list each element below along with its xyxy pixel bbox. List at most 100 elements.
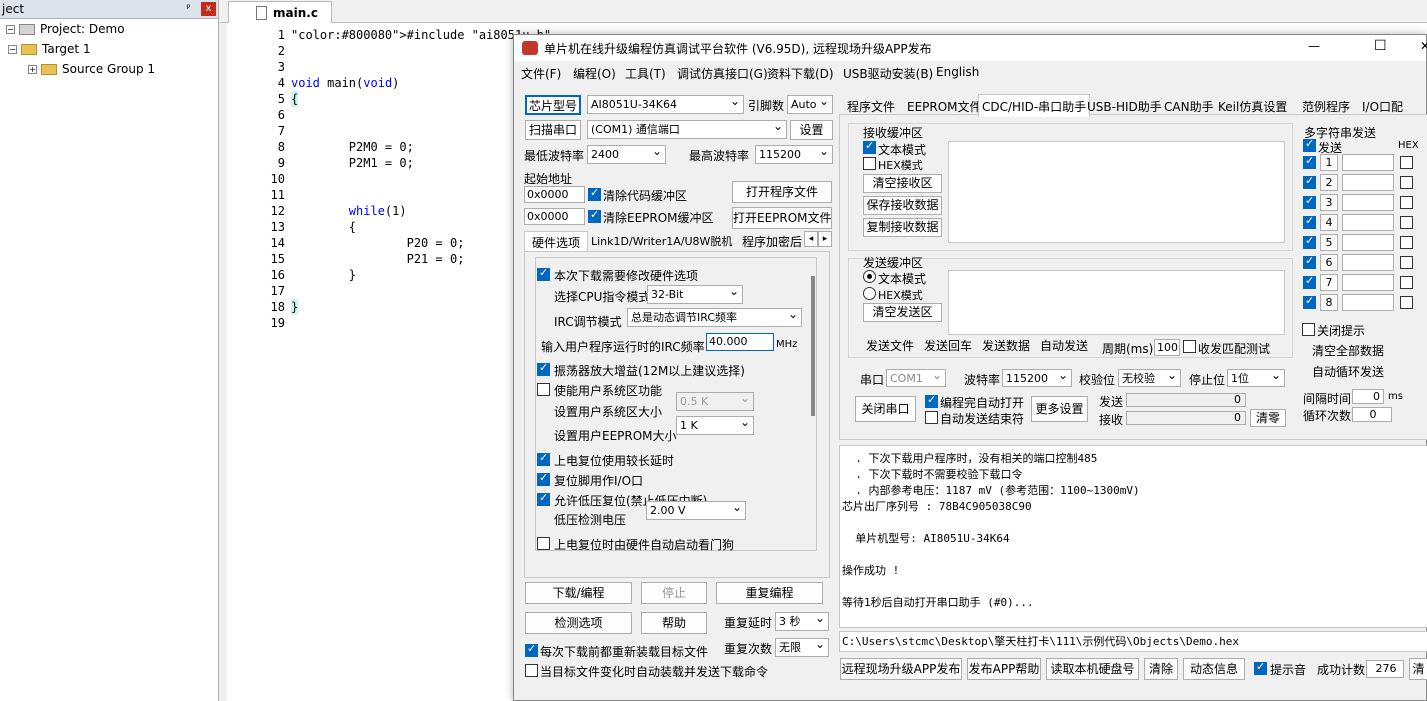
clear-all-data-button[interactable]: 清空全部数据 (1303, 343, 1393, 362)
open-program-button[interactable]: 打开程序文件 (732, 181, 832, 203)
multi-row-checkbox[interactable] (1303, 254, 1316, 269)
repeat-delay-select[interactable]: 3 秒 (775, 612, 829, 631)
tree-item-project[interactable]: − Project: Demo (6, 22, 125, 36)
freq-input[interactable]: 40.000 (706, 333, 774, 351)
multi-row-button[interactable]: 4 (1320, 214, 1338, 231)
min-baud-select[interactable]: 2400 (587, 145, 666, 164)
recv-hex-mode-checkbox[interactable] (863, 157, 876, 170)
eeprom-address-input[interactable]: 0x0000 (524, 208, 585, 225)
send-textarea[interactable] (948, 270, 1285, 335)
multi-row-input[interactable] (1342, 294, 1394, 311)
send-hex-mode-radio[interactable] (863, 287, 876, 300)
multi-row-hex-checkbox[interactable] (1400, 236, 1413, 249)
multi-row-button[interactable]: 7 (1320, 274, 1338, 291)
multi-row-checkbox[interactable] (1303, 214, 1316, 229)
multi-row-checkbox[interactable] (1303, 154, 1316, 169)
eeprom-select[interactable]: 1 K (676, 416, 754, 435)
menu-item[interactable]: USB驱动安装(B) (843, 65, 933, 82)
tab-3[interactable]: CDC/HID-串口助手 (978, 94, 1091, 117)
download-button[interactable]: 下载/编程 (525, 582, 632, 604)
multi-row-input[interactable] (1342, 234, 1394, 251)
rst-checkbox[interactable] (537, 471, 550, 486)
menu-item[interactable]: 调试仿真接口(G) (677, 65, 768, 82)
multi-row-button[interactable]: 2 (1320, 174, 1338, 191)
max-baud-select[interactable]: 115200 (755, 145, 833, 164)
reload-checkbox[interactable] (525, 642, 538, 657)
code-line[interactable]: P2M0 = 0; (291, 139, 414, 155)
code-line[interactable]: } (291, 267, 356, 283)
recv-text-mode-checkbox[interactable] (863, 139, 876, 154)
period-input[interactable]: 100 (1154, 339, 1180, 356)
multi-row-input[interactable] (1342, 174, 1394, 191)
dynamic-info-button[interactable]: 动态信息 (1183, 658, 1245, 680)
port-select[interactable]: (COM1) 通信端口 (587, 120, 787, 139)
menu-item[interactable]: 文件(F) (521, 65, 561, 82)
cpu-select[interactable]: 32-Bit (647, 285, 743, 304)
clear-code-checkbox[interactable] (588, 186, 601, 201)
menu-item[interactable]: 资料下载(D) (767, 65, 834, 82)
baud-select[interactable]: 115200 (1002, 369, 1072, 387)
tab-offline[interactable]: Link1D/Writer1A/U8W脱机 (591, 233, 732, 249)
modify-checkbox[interactable] (537, 266, 550, 281)
expand-icon[interactable]: + (28, 65, 37, 74)
osc-checkbox[interactable] (537, 361, 550, 376)
send-file-button[interactable]: 发送文件 (862, 338, 918, 357)
tab-8[interactable]: I/O口配 (1362, 98, 1403, 115)
multi-row-button[interactable]: 8 (1320, 294, 1338, 311)
tree-item-source-group[interactable]: + Source Group 1 (28, 62, 155, 76)
code-line[interactable]: P2M1 = 0; (291, 155, 414, 171)
tab-6[interactable]: Keil仿真设置 (1218, 98, 1287, 115)
close-pane-button[interactable]: x (201, 2, 216, 16)
multi-row-checkbox[interactable] (1303, 294, 1316, 309)
sys_size-select[interactable]: 0.5 K (676, 392, 754, 411)
maximize-button[interactable]: ☐ (1374, 38, 1387, 54)
multi-row-checkbox[interactable] (1303, 234, 1316, 249)
wdt-checkbox[interactable] (537, 537, 550, 550)
multi-row-input[interactable] (1342, 274, 1394, 291)
chip-select[interactable]: AI8051U-34K64 (587, 95, 744, 114)
publish-help-button[interactable]: 发布APP帮助 (967, 658, 1041, 680)
read-disk-button[interactable]: 读取本机硬盘号 (1046, 658, 1139, 680)
clear-send-button[interactable]: 清空发送区 (863, 303, 942, 322)
multi-row-hex-checkbox[interactable] (1400, 276, 1413, 289)
save-receive-button[interactable]: 保存接收数据 (863, 196, 942, 215)
multi-row-hex-checkbox[interactable] (1400, 196, 1413, 209)
multi-row-input[interactable] (1342, 214, 1394, 231)
sys-checkbox[interactable] (537, 383, 550, 396)
help-button[interactable]: 帮助 (641, 612, 707, 634)
stop-button[interactable]: 停止 (641, 582, 707, 604)
tab-main-c[interactable]: main.c (228, 1, 332, 23)
code-line[interactable]: } (291, 299, 299, 315)
irc-select[interactable]: 总是动态调节IRC频率 (627, 308, 802, 327)
tab-2[interactable]: EEPROM文件 (907, 98, 982, 115)
match-test-checkbox[interactable] (1183, 340, 1196, 353)
auto-send-button[interactable]: 自动发送 (1036, 338, 1092, 357)
clear-count-button[interactable]: 清零 (1250, 409, 1286, 427)
scrollbar[interactable] (811, 276, 815, 416)
send-text-mode-radio[interactable] (863, 270, 876, 283)
send-enter-button[interactable]: 发送回车 (920, 338, 976, 357)
interval-input[interactable]: 0 (1352, 389, 1384, 404)
stop-bits-select[interactable]: 1位 (1227, 369, 1285, 387)
close-button[interactable]: ✕ (1420, 39, 1427, 53)
multi-row-input[interactable] (1342, 154, 1394, 171)
multi-row-button[interactable]: 1 (1320, 154, 1338, 171)
tab-hardware-options[interactable]: 硬件选项 (524, 231, 589, 251)
multi-row-hex-checkbox[interactable] (1400, 176, 1413, 189)
menu-item[interactable]: English (936, 65, 979, 79)
tab-1[interactable]: 程序文件 (847, 98, 895, 115)
menu-item[interactable]: 工具(T) (625, 65, 666, 82)
clear-count-button-2[interactable]: 清 (1409, 658, 1427, 680)
code-line[interactable]: while(1) (291, 203, 407, 219)
chip-model-button[interactable]: 芯片型号 (525, 95, 581, 115)
multi-row-checkbox[interactable] (1303, 174, 1316, 189)
clear-receive-button[interactable]: 清空接收区 (863, 174, 942, 193)
tab-5[interactable]: CAN助手 (1164, 98, 1214, 115)
multi-row-hex-checkbox[interactable] (1400, 296, 1413, 309)
setup-button[interactable]: 设置 (790, 120, 833, 140)
lvd-select[interactable]: 2.00 V (646, 501, 746, 520)
minimize-button[interactable]: — (1308, 39, 1320, 53)
multi-row-button[interactable]: 5 (1320, 234, 1338, 251)
parity-select[interactable]: 无校验 (1118, 369, 1181, 387)
remote-upgrade-button[interactable]: 远程现场升级APP发布 (840, 658, 962, 680)
